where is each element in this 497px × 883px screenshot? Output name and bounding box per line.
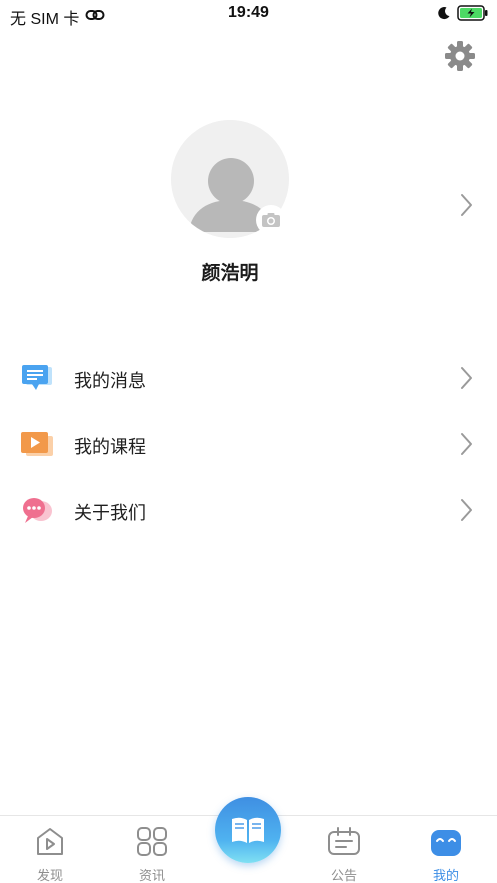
menu-item-label: 我的课程 bbox=[74, 437, 146, 457]
tab-label: 资讯 bbox=[138, 868, 165, 883]
battery-charging-icon bbox=[457, 5, 489, 26]
book-icon bbox=[232, 817, 264, 843]
tab-mine[interactable]: 我的 bbox=[411, 824, 481, 883]
message-icon bbox=[20, 363, 54, 393]
menu-item-label: 关于我们 bbox=[74, 503, 146, 523]
avatar[interactable] bbox=[171, 120, 289, 238]
status-time: 19:49 bbox=[228, 4, 269, 21]
discover-icon bbox=[37, 828, 63, 855]
course-icon bbox=[20, 429, 54, 459]
tab-discover[interactable]: 发现 bbox=[15, 824, 85, 883]
notice-icon bbox=[328, 827, 360, 855]
center-book-button[interactable] bbox=[215, 797, 281, 863]
settings-button[interactable] bbox=[442, 38, 478, 74]
about-icon bbox=[20, 495, 54, 525]
tab-news[interactable]: 资讯 bbox=[117, 824, 187, 883]
chevron-right-icon bbox=[459, 497, 475, 523]
camera-icon[interactable] bbox=[256, 205, 286, 235]
menu-item-label: 我的消息 bbox=[74, 371, 146, 391]
status-right bbox=[437, 5, 489, 26]
profile-face-icon bbox=[431, 830, 461, 856]
status-bar: 无 SIM 卡 19:49 bbox=[0, 0, 497, 30]
news-grid-icon bbox=[137, 827, 167, 856]
tab-label: 公告 bbox=[330, 868, 357, 883]
chevron-right-icon bbox=[459, 431, 475, 457]
moon-icon bbox=[437, 6, 451, 25]
chevron-right-icon bbox=[459, 365, 475, 391]
menu-item-about-us[interactable]: 关于我们 bbox=[0, 480, 497, 540]
gear-icon bbox=[445, 41, 475, 71]
user-name: 颜浩明 bbox=[201, 263, 259, 284]
tab-label: 发现 bbox=[36, 868, 63, 883]
tab-notice[interactable]: 公告 bbox=[309, 824, 379, 883]
menu-item-messages[interactable]: 我的消息 bbox=[0, 348, 497, 408]
tab-label: 我的 bbox=[432, 868, 459, 883]
profile-chevron-icon[interactable] bbox=[459, 192, 475, 218]
menu-item-courses[interactable]: 我的课程 bbox=[0, 414, 497, 474]
